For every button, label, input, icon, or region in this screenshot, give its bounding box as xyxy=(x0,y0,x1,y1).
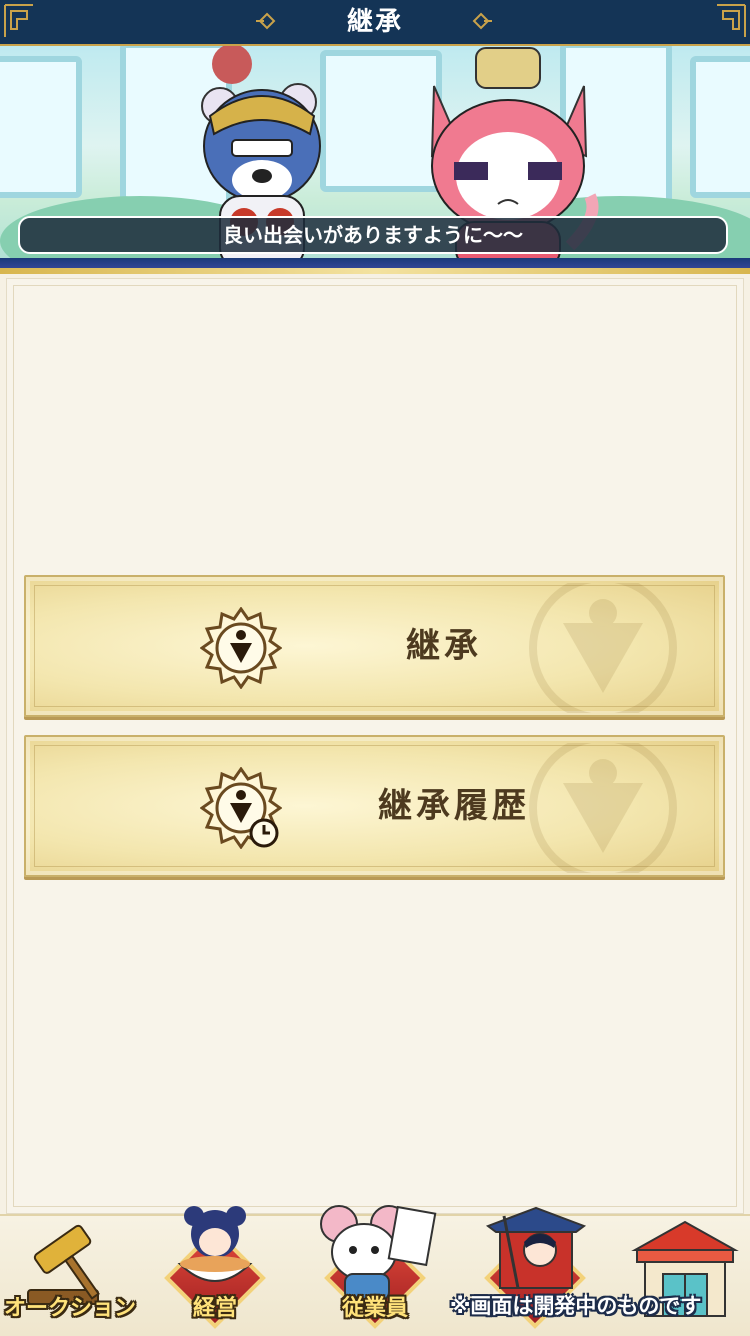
inherit-label: 継承 xyxy=(406,626,482,666)
watermark-emblem-icon xyxy=(529,743,677,873)
ramen-girl-icon xyxy=(177,1206,253,1282)
nav-staff-label: 従業員 xyxy=(341,1296,408,1321)
dev-notice: ※画面は開発中のものです xyxy=(450,1294,702,1318)
warrior-gate-icon xyxy=(485,1206,587,1289)
nav-auction-label: オークション xyxy=(3,1296,136,1321)
inherit-button[interactable]: 継承 xyxy=(24,575,725,717)
window-decor xyxy=(690,56,750,198)
banner-gold-trim xyxy=(0,268,750,274)
inherit-history-emblem-icon xyxy=(200,767,282,849)
nav-management-label: 経営 xyxy=(192,1296,237,1321)
top-header: 継承 xyxy=(0,0,750,46)
title-ornament-right-icon xyxy=(472,12,492,30)
nav-management[interactable]: 経営 xyxy=(150,1206,280,1336)
nav-auction[interactable]: オークション xyxy=(0,1216,140,1336)
window-decor xyxy=(0,56,82,198)
mouse-staff-icon xyxy=(320,1205,437,1301)
nav-staff[interactable]: 従業員 xyxy=(305,1205,445,1336)
page-title: 継承 xyxy=(346,7,403,37)
inherit-emblem-icon xyxy=(200,607,282,689)
corner-ornament-right-icon xyxy=(717,4,746,37)
speech-text: 良い出会いがありますように〜〜 xyxy=(223,223,523,247)
inherit-history-label: 継承履歴 xyxy=(378,786,530,826)
speech-bubble: 良い出会いがありますように〜〜 xyxy=(18,216,728,254)
inherit-history-button[interactable]: 継承履歴 xyxy=(24,735,725,877)
watermark-emblem-icon xyxy=(529,583,677,713)
